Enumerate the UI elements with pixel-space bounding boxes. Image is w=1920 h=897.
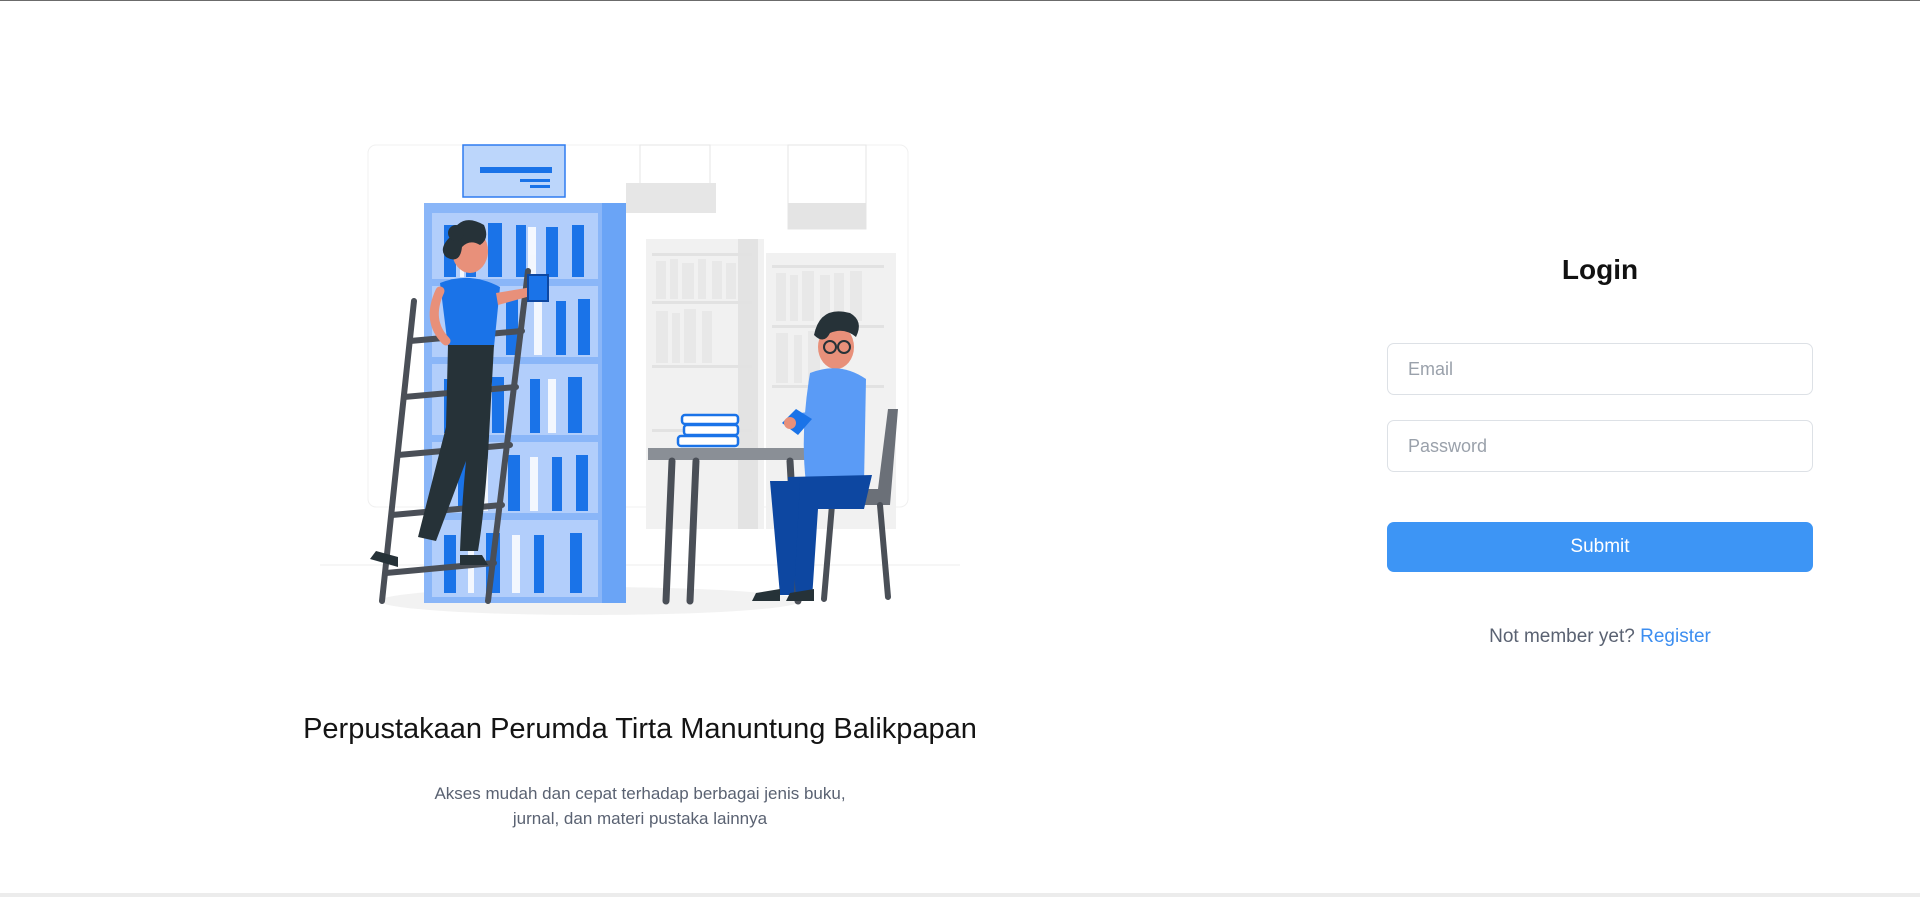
library-description: Akses mudah dan cepat terhadap berbagai …: [434, 784, 846, 828]
login-heading: Login: [1561, 254, 1639, 285]
register-prompt-line: Not member yet? Register: [1387, 626, 1813, 648]
register-prompt-text: Not member yet?: [1489, 626, 1635, 647]
login-page: Perpustakaan Perumda Tirta Manuntung Bal…: [0, 0, 1920, 897]
page-bottom-edge: [0, 893, 1920, 897]
submit-button[interactable]: Submit: [1387, 522, 1813, 572]
library-title: Perpustakaan Perumda Tirta Manuntung Bal…: [303, 713, 977, 745]
email-input[interactable]: [1387, 343, 1813, 395]
register-link[interactable]: Register: [1640, 626, 1711, 647]
password-input[interactable]: [1387, 420, 1813, 472]
library-illustration: [320, 144, 960, 615]
